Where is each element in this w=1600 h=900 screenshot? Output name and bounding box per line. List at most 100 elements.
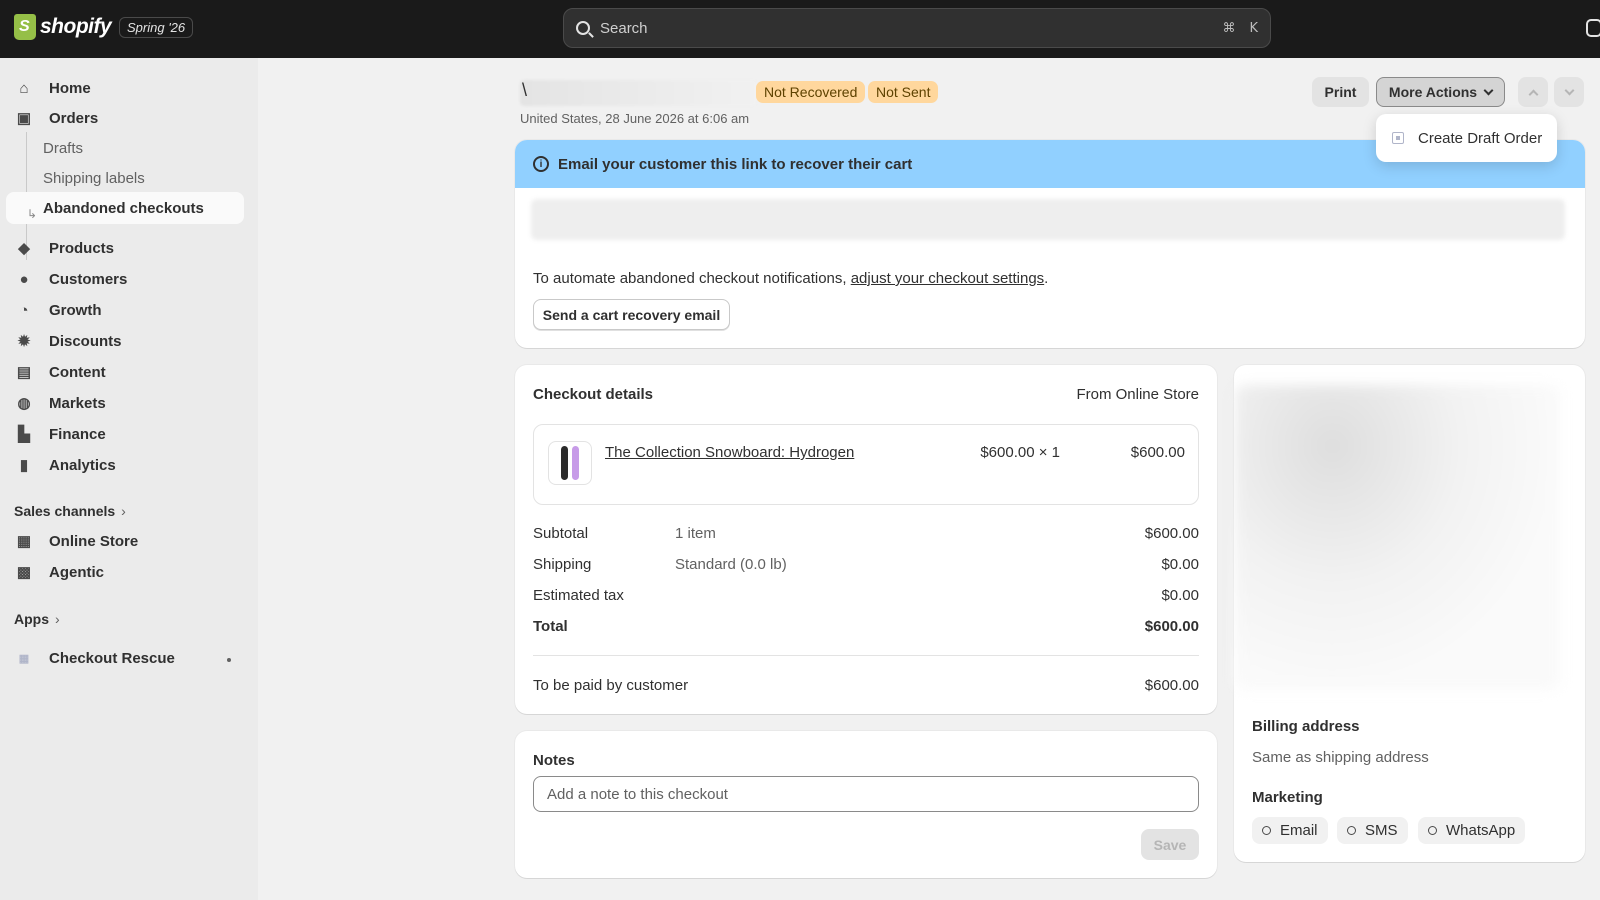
brand-name: shopify xyxy=(40,15,112,38)
chip-label: SMS xyxy=(1365,822,1398,839)
create-draft-order-menu-item[interactable]: Create Draft Order xyxy=(1376,114,1557,162)
sidebar-item-content[interactable]: ▤ Content xyxy=(6,356,244,388)
notes-title: Notes xyxy=(533,752,575,769)
image-icon: ▤ xyxy=(16,364,32,381)
sidebar-item-discounts[interactable]: ✹ Discounts xyxy=(6,325,244,357)
info-icon: i xyxy=(533,156,549,172)
status-circle-icon xyxy=(1347,826,1356,835)
sidebar-item-growth[interactable]: ◔ Growth xyxy=(6,294,244,326)
more-actions-label: More Actions xyxy=(1388,84,1478,100)
sidebar-item-abandoned-checkouts[interactable]: Abandoned checkouts xyxy=(6,192,244,224)
chip-label: WhatsApp xyxy=(1446,822,1516,839)
search-icon xyxy=(576,21,590,35)
sidebar-item-label: Finance xyxy=(49,425,106,443)
storefront-icon: ▦ xyxy=(16,533,32,550)
page-title: \ xyxy=(522,80,528,100)
marketing-email-chip: Email xyxy=(1252,817,1328,844)
line-total: $600.00 xyxy=(1130,444,1185,461)
sidebar-item-online-store[interactable]: ▦ Online Store xyxy=(6,525,244,557)
sidebar-item-label: Discounts xyxy=(49,332,122,350)
billing-address-title: Billing address xyxy=(1252,718,1360,735)
shopify-logo[interactable]: shopify xyxy=(14,14,112,40)
more-actions-button[interactable]: More Actions xyxy=(1376,77,1505,107)
section-label: Sales channels xyxy=(14,503,116,519)
snowboard-icon xyxy=(561,446,568,480)
status-badge-email: Not Sent xyxy=(868,81,939,103)
product-link[interactable]: The Collection Snowboard: Hydrogen xyxy=(605,444,854,461)
edition-badge: Spring '26 xyxy=(119,17,194,38)
sidebar-item-home[interactable]: ⌂ Home xyxy=(6,72,244,104)
chevron-right-icon: › xyxy=(55,611,60,627)
subnav-arrow-icon: ↳ xyxy=(27,207,38,221)
globe-icon: ◍ xyxy=(17,395,31,412)
product-thumbnail[interactable] xyxy=(548,441,592,485)
sidebar-item-orders[interactable]: ▣ Orders xyxy=(6,102,244,134)
search-bar[interactable]: ⌘ K xyxy=(563,8,1271,48)
save-button[interactable]: Save xyxy=(1141,829,1199,860)
sidebar-item-label: Content xyxy=(49,363,106,381)
sidebar-item-markets[interactable]: ◍ Markets xyxy=(6,387,244,419)
chevron-right-icon: › xyxy=(121,503,126,519)
previous-checkout-button[interactable] xyxy=(1518,77,1548,107)
sidebar-item-checkout-rescue[interactable]: ▦ Checkout Rescue xyxy=(6,642,244,674)
banner-text: Email your customer this link to recover… xyxy=(558,155,913,173)
search-input[interactable] xyxy=(600,19,1209,37)
sidebar-item-label: Analytics xyxy=(49,456,116,474)
to-be-paid-amount: $600.00 xyxy=(1144,677,1199,694)
sidebar-item-customers[interactable]: ● Customers xyxy=(6,263,244,295)
bar-chart-icon: ▮ xyxy=(19,457,29,474)
marketing-sms-chip: SMS xyxy=(1337,817,1408,844)
sidebar-item-label: Markets xyxy=(49,394,106,412)
section-label: Apps xyxy=(14,611,49,627)
subtotal-detail: 1 item xyxy=(675,525,716,542)
recovery-link-redacted[interactable] xyxy=(531,199,1565,240)
chip-label: Email xyxy=(1280,822,1318,839)
sidebar-item-label: Checkout Rescue xyxy=(49,649,175,667)
total-label: Total xyxy=(533,618,568,635)
checkout-settings-link[interactable]: adjust your checkout settings xyxy=(851,270,1044,287)
draft-order-icon xyxy=(1392,132,1404,144)
shipping-label: Shipping xyxy=(533,556,592,573)
shipping-detail: Standard (0.0 lb) xyxy=(675,556,787,573)
shipping-amount: $0.00 xyxy=(1161,556,1199,573)
sidebar: ⌂ Home ▣ Orders Drafts Shipping labels A… xyxy=(0,58,258,900)
sidebar-item-label: Products xyxy=(49,239,115,257)
next-checkout-button[interactable] xyxy=(1554,77,1584,107)
snowboard-icon xyxy=(572,446,579,480)
checkout-meta: United States, 28 June 2026 at 6:06 am xyxy=(520,111,750,126)
automate-text-start: To automate abandoned checkout notificat… xyxy=(533,270,851,287)
sidebar-item-label: Online Store xyxy=(49,532,139,550)
status-badge-recovery: Not Recovered xyxy=(756,81,866,103)
chevron-up-icon xyxy=(1528,89,1538,99)
billing-address-value: Same as shipping address xyxy=(1252,749,1429,766)
marketing-title: Marketing xyxy=(1252,789,1323,806)
sidebar-item-drafts[interactable]: Drafts xyxy=(43,133,83,163)
sidebar-item-analytics[interactable]: ▮ Analytics xyxy=(6,449,244,481)
tax-amount: $0.00 xyxy=(1161,587,1199,604)
store-avatar-icon[interactable] xyxy=(1586,19,1600,37)
sidebar-item-shipping-labels[interactable]: Shipping labels xyxy=(43,163,145,193)
marketing-whatsapp-chip: WhatsApp xyxy=(1418,817,1526,844)
sidebar-item-label: Customers xyxy=(49,270,128,288)
note-input[interactable] xyxy=(533,776,1199,812)
customer-info-redacted xyxy=(1235,385,1560,690)
print-button[interactable]: Print xyxy=(1312,77,1369,107)
sales-channels-heading[interactable]: Sales channels › xyxy=(14,503,126,519)
gauge-icon: ◔ xyxy=(19,301,29,319)
apps-heading[interactable]: Apps › xyxy=(14,611,60,627)
status-circle-icon xyxy=(1428,826,1437,835)
line-item xyxy=(533,424,1199,505)
chevron-down-icon xyxy=(1564,85,1574,95)
app-icon: ▦ xyxy=(18,652,30,665)
sidebar-item-label: Orders xyxy=(49,109,99,127)
sidebar-item-finance[interactable]: ▙ Finance xyxy=(6,418,244,450)
send-recovery-email-button[interactable]: Send a cart recovery email xyxy=(533,299,730,330)
sidebar-item-agentic[interactable]: ▩ Agentic xyxy=(6,556,244,588)
unit-price-quantity: $600.00 × 1 xyxy=(980,444,1060,461)
shortcut-cmd-icon: ⌘ xyxy=(1222,20,1236,36)
discount-icon: ✹ xyxy=(17,333,31,350)
shortcut-key: K xyxy=(1249,20,1258,36)
menu-item-label: Create Draft Order xyxy=(1418,129,1543,147)
divider xyxy=(533,655,1199,656)
sidebar-item-products[interactable]: ◆ Products xyxy=(6,232,244,264)
